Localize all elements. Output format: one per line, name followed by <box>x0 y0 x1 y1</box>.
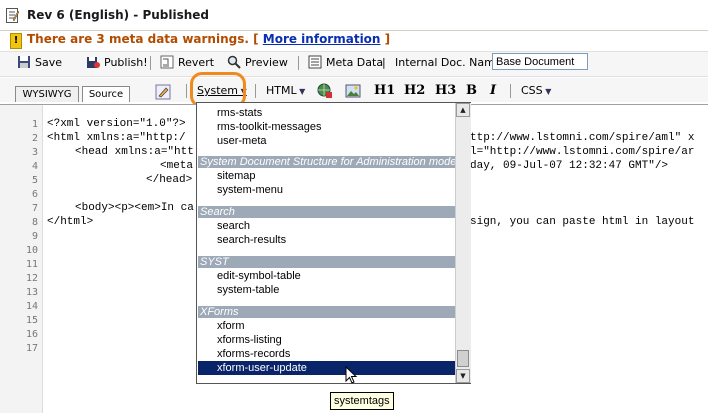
dropdown-scrollbar[interactable] <box>455 103 471 383</box>
list-item[interactable]: user-meta <box>217 135 267 148</box>
line-number: 12 <box>25 273 38 284</box>
publish-icon <box>87 57 100 68</box>
document-edit-icon <box>6 8 19 23</box>
line-number: 9 <box>31 231 38 242</box>
line-number: 11 <box>25 259 38 270</box>
toolbar-pipe: | <box>382 56 386 69</box>
chevron-down-icon: ▼ <box>542 87 552 96</box>
line-number: 13 <box>25 287 38 298</box>
toolbar-separator <box>510 84 511 98</box>
list-item[interactable]: system-table <box>217 284 279 297</box>
meta-data-button[interactable]: Meta Data <box>308 55 383 71</box>
group-header: Search <box>198 206 456 218</box>
list-item[interactable]: sitemap <box>217 170 256 183</box>
meta-data-label: Meta Data <box>326 56 384 69</box>
code-line: </html> <box>47 216 94 228</box>
window-title: Rev 6 (English) - Published <box>27 8 210 22</box>
toolbar-separator <box>298 56 299 70</box>
edit-pencil-icon[interactable] <box>155 84 171 100</box>
line-number: 15 <box>25 315 38 326</box>
list-item[interactable]: xform <box>217 320 245 333</box>
tab-source[interactable]: Source <box>82 86 130 102</box>
heading1-button[interactable]: H1 <box>374 83 395 98</box>
code-line: <head xmlns:a="htt <box>75 146 194 158</box>
preview-button[interactable]: Preview <box>227 55 288 71</box>
toolbar-separator <box>255 84 256 98</box>
warning-message: There are 3 meta data warnings. [ <box>27 32 259 46</box>
line-number: 3 <box>31 147 38 158</box>
line-number-gutter: 1 2 3 4 5 6 7 8 9 10 11 12 13 14 15 16 1… <box>0 105 43 413</box>
toolbar-separator <box>150 56 151 70</box>
tooltip: systemtags <box>330 392 394 410</box>
code-line: l="http://www.lstomni.com/spire/ar <box>470 146 695 158</box>
css-label: CSS <box>521 84 543 97</box>
list-item[interactable]: search <box>217 220 250 233</box>
line-number: 10 <box>25 245 38 256</box>
line-number: 2 <box>31 133 38 144</box>
chevron-down-icon: ▼ <box>296 87 306 96</box>
html-menu-button[interactable]: HTML ▼ <box>266 84 305 97</box>
heading3-button[interactable]: H3 <box>435 83 456 98</box>
line-number: 14 <box>25 301 38 312</box>
save-button[interactable]: Save <box>17 55 62 71</box>
link-globe-icon[interactable] <box>317 83 333 99</box>
line-number: 8 <box>31 217 38 228</box>
scrollbar-thumb[interactable] <box>457 350 469 367</box>
html-label: HTML <box>266 84 297 97</box>
scroll-up-button[interactable]: ▲ <box>456 103 470 117</box>
list-item[interactable]: rms-stats <box>217 107 262 120</box>
code-line: <html xmlns:a="http:/ <box>47 132 186 144</box>
line-number: 17 <box>25 343 38 354</box>
floppy-disk-icon <box>18 56 30 68</box>
toolbar-separator <box>186 84 187 98</box>
line-number: 4 <box>31 161 38 172</box>
group-header: XForms <box>198 306 456 318</box>
bold-button[interactable]: B <box>466 83 477 98</box>
revert-button[interactable]: Revert <box>160 55 214 71</box>
magnifier-icon <box>227 55 241 69</box>
internal-doc-name-input[interactable] <box>492 53 588 70</box>
save-label: Save <box>35 56 63 69</box>
group-header: System Document Structure for Administra… <box>198 156 456 168</box>
docname-label: Internal Doc. Name: <box>395 56 506 69</box>
list-icon <box>308 55 322 69</box>
code-line: </head> <box>146 174 193 186</box>
heading2-button[interactable]: H2 <box>404 83 425 98</box>
publish-button[interactable]: Publish! <box>86 55 148 71</box>
warning-bracket: ] <box>384 32 391 46</box>
preview-label: Preview <box>245 56 288 69</box>
more-information-link[interactable]: More information <box>263 32 381 46</box>
code-line: <body><p><em>In ca <box>75 202 194 214</box>
line-number: 5 <box>31 175 38 186</box>
group-header: SYST <box>198 256 456 268</box>
list-item[interactable]: system-menu <box>217 184 283 197</box>
revert-icon <box>160 55 174 69</box>
meta-warning: There are 3 meta data warnings. [ More i… <box>27 32 390 46</box>
revert-label: Revert <box>178 56 215 69</box>
list-item[interactable]: xforms-records <box>217 348 290 361</box>
line-number: 1 <box>31 119 38 130</box>
list-item[interactable]: rms-toolkit-messages <box>217 121 322 134</box>
selected-list-item[interactable]: xform-user-update <box>198 361 455 375</box>
list-item[interactable]: search-results <box>217 234 286 247</box>
code-line: <?xml version="1.0"?> <box>47 118 186 130</box>
mouse-cursor-icon <box>345 366 358 384</box>
list-item[interactable]: edit-symbol-table <box>217 270 301 283</box>
tab-wysiwyg[interactable]: WYSIWYG <box>15 86 79 102</box>
line-number: 6 <box>31 189 38 200</box>
css-menu-button[interactable]: CSS ▼ <box>521 84 551 97</box>
warning-icon: ! <box>10 33 22 49</box>
publish-label: Publish! <box>104 56 148 69</box>
code-line: sign, you can paste html in layout <box>470 216 695 228</box>
image-icon[interactable] <box>345 83 361 99</box>
line-number: 16 <box>25 329 38 340</box>
line-number: 7 <box>31 203 38 214</box>
code-line: <meta <box>160 160 194 172</box>
scroll-down-button[interactable]: ▼ <box>456 369 470 383</box>
code-line: ttp://www.lstomni.com/spire/aml" x <box>470 132 695 144</box>
italic-button[interactable]: I <box>490 83 496 98</box>
code-line: day, 09-Jul-07 12:32:47 GMT"/> <box>470 160 669 172</box>
list-item[interactable]: xforms-listing <box>217 334 282 347</box>
system-dropdown-list[interactable]: rms-stats rms-toolkit-messages user-meta… <box>196 102 471 384</box>
